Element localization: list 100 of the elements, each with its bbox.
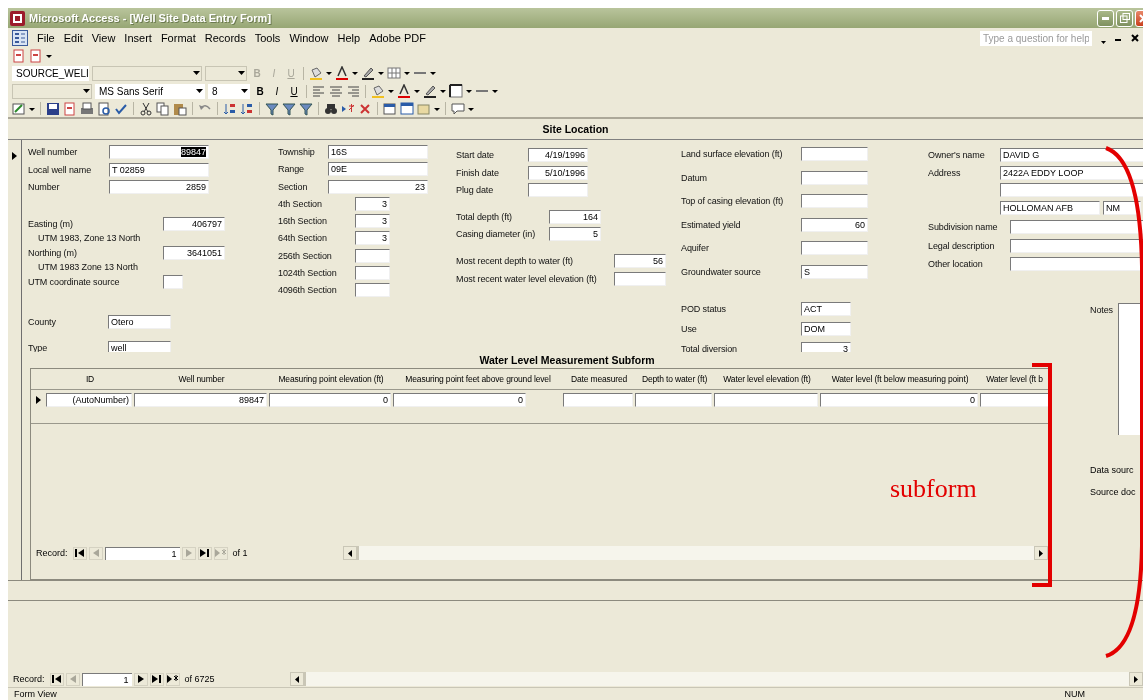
- text-field[interactable]: HOLLOMAN AFB: [1000, 200, 1100, 215]
- text-field[interactable]: 3: [355, 231, 390, 246]
- text-field[interactable]: [801, 241, 868, 255]
- delete-record-icon[interactable]: [358, 101, 372, 116]
- menu-item[interactable]: Insert: [124, 32, 152, 44]
- text-field[interactable]: 56: [614, 253, 666, 268]
- text-field[interactable]: [355, 248, 390, 263]
- text-field[interactable]: 406797: [163, 216, 225, 231]
- last-record-button[interactable]: [149, 672, 164, 686]
- last-record-button[interactable]: [197, 546, 212, 560]
- text-field[interactable]: 3: [355, 196, 390, 211]
- paste-icon[interactable]: [173, 101, 187, 116]
- sort-ascending-icon[interactable]: [223, 101, 237, 116]
- copy-icon[interactable]: [156, 101, 170, 116]
- font-color-icon[interactable]: [335, 66, 349, 80]
- text-field[interactable]: 3: [801, 342, 851, 352]
- scroll-thumb[interactable]: [303, 672, 306, 686]
- text-field[interactable]: 3: [355, 214, 390, 229]
- text-field[interactable]: [355, 266, 390, 281]
- font-combo[interactable]: MS Sans Serif: [95, 83, 205, 99]
- dropdown-field[interactable]: [12, 83, 92, 99]
- text-field[interactable]: 16S: [328, 145, 428, 159]
- table-cell[interactable]: [714, 393, 818, 407]
- menu-item[interactable]: Help: [337, 32, 361, 44]
- help-search-field[interactable]: Type a question for help: [980, 30, 1092, 46]
- scroll-right-button[interactable]: [1129, 672, 1143, 686]
- table-cell[interactable]: [563, 393, 633, 407]
- table-cell[interactable]: 89847: [134, 393, 267, 407]
- format-button[interactable]: B: [253, 83, 267, 99]
- text-field[interactable]: [801, 147, 868, 161]
- text-field[interactable]: [1010, 238, 1143, 253]
- menu-item[interactable]: Tools: [254, 32, 281, 44]
- record-number-field[interactable]: 1: [81, 672, 132, 686]
- menu-item[interactable]: View: [91, 32, 116, 44]
- text-field[interactable]: well: [108, 340, 171, 352]
- text-field[interactable]: [163, 274, 183, 289]
- border-icon[interactable]: [449, 84, 463, 98]
- text-field[interactable]: 2422A EDDY LOOP: [1000, 165, 1143, 180]
- text-field[interactable]: [528, 183, 588, 197]
- text-field[interactable]: 60: [801, 217, 868, 232]
- text-field[interactable]: ACT: [801, 302, 851, 316]
- funnel-icon[interactable]: [265, 101, 279, 116]
- text-field[interactable]: 4/19/1996: [528, 148, 588, 162]
- text-field[interactable]: 5: [549, 226, 601, 241]
- funnel-icon[interactable]: [282, 101, 296, 116]
- speech-bubble-icon[interactable]: [451, 101, 465, 116]
- object-combo[interactable]: SOURCE_WELI: [12, 65, 89, 81]
- dropdown-field[interactable]: [92, 65, 202, 81]
- text-field[interactable]: [801, 170, 868, 185]
- horizontal-scrollbar[interactable]: [289, 672, 1143, 686]
- table-cell[interactable]: [980, 393, 1049, 407]
- page-icon[interactable]: [12, 49, 26, 63]
- menu-item[interactable]: Edit: [63, 32, 83, 44]
- page-icon[interactable]: [63, 101, 77, 116]
- text-field[interactable]: T 02859: [109, 162, 209, 177]
- binoculars-icon[interactable]: [324, 101, 338, 116]
- text-field[interactable]: [1010, 220, 1143, 234]
- text-field[interactable]: 89847: [109, 145, 209, 159]
- menu-item[interactable]: Adobe PDF: [369, 32, 426, 44]
- first-record-button[interactable]: [49, 672, 64, 686]
- text-field[interactable]: NM: [1103, 200, 1141, 215]
- page-icon[interactable]: [29, 49, 43, 63]
- sort-descending-icon[interactable]: [240, 101, 254, 116]
- window-icon[interactable]: [400, 101, 414, 116]
- format-button[interactable]: U: [287, 83, 301, 99]
- properties-icon[interactable]: [383, 101, 397, 116]
- table-cell[interactable]: [635, 393, 712, 407]
- text-field[interactable]: 2859: [109, 180, 209, 194]
- text-field[interactable]: 164: [549, 209, 601, 224]
- close-icon[interactable]: [1131, 34, 1139, 42]
- funnel-icon[interactable]: [299, 101, 313, 116]
- first-record-button[interactable]: [72, 546, 87, 560]
- table-cell[interactable]: 0: [393, 393, 526, 407]
- text-field[interactable]: DAVID G: [1000, 148, 1143, 162]
- save-icon[interactable]: [46, 101, 60, 116]
- horizontal-scrollbar[interactable]: [342, 546, 1048, 560]
- printer-icon[interactable]: [80, 101, 94, 116]
- scroll-right-button[interactable]: [1034, 546, 1048, 560]
- paint-bucket-icon[interactable]: [371, 84, 385, 98]
- scroll-thumb[interactable]: [356, 546, 359, 560]
- next-record-button[interactable]: [133, 672, 148, 686]
- font-color-icon[interactable]: [397, 84, 411, 98]
- scissors-icon[interactable]: [139, 101, 153, 116]
- new-record-button[interactable]: [165, 672, 180, 686]
- text-field[interactable]: [801, 194, 868, 208]
- print-preview-icon[interactable]: [97, 101, 111, 116]
- format-button[interactable]: I: [270, 83, 284, 99]
- table-cell[interactable]: (AutoNumber): [46, 393, 132, 407]
- scroll-left-button[interactable]: [342, 546, 357, 560]
- text-field[interactable]: 23: [328, 179, 428, 194]
- dropdown-field[interactable]: [205, 65, 247, 81]
- menu-item[interactable]: File: [37, 32, 55, 44]
- table-cell[interactable]: 0: [269, 393, 391, 407]
- record-number-field[interactable]: 1: [104, 546, 180, 560]
- table-cell[interactable]: 0: [820, 393, 978, 407]
- text-field[interactable]: [355, 283, 390, 298]
- text-field[interactable]: S: [801, 264, 868, 279]
- menu-item[interactable]: Format: [160, 32, 196, 44]
- design-view-icon[interactable]: [12, 101, 26, 116]
- paint-bucket-icon[interactable]: [309, 66, 323, 80]
